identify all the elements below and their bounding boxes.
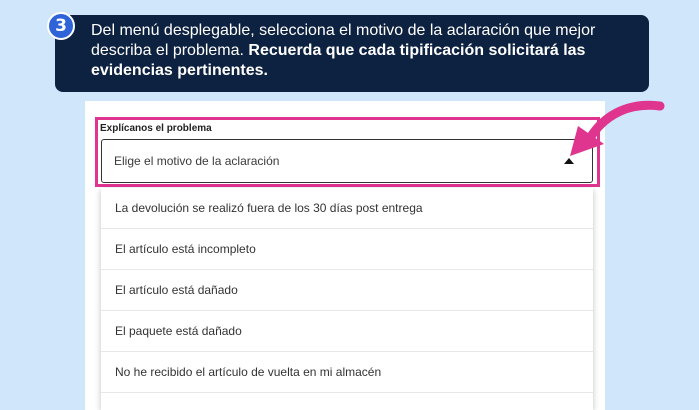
highlight-frame [95,117,600,187]
dropdown-option[interactable]: No he recibido el artículo de vuelta en … [101,352,593,393]
step-number-badge: 3 [47,12,75,40]
dropdown-option[interactable]: El artículo está dañado [101,270,593,311]
dropdown-option[interactable]: El paquete está dañado [101,311,593,352]
dropdown-option[interactable]: La devolución se realizó fuera de los 30… [101,188,593,229]
arrow-pointer-icon [570,100,665,156]
instruction-banner: Del menú desplegable, selecciona el moti… [55,15,649,92]
dropdown-menu: La devolución se realizó fuera de los 30… [101,188,593,410]
dropdown-option[interactable]: El artículo está incompleto [101,229,593,270]
